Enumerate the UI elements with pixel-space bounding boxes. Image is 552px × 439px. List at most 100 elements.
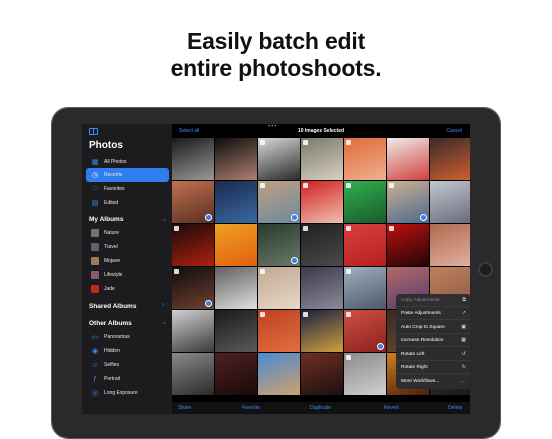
photo-thumbnail[interactable]: [344, 224, 386, 266]
edited-badge-icon: [260, 183, 265, 188]
shared-albums-heading[interactable]: Shared Albums: [89, 303, 136, 310]
delete-button[interactable]: Delete: [448, 405, 462, 411]
sidebar-item-selfies[interactable]: ☺ Selfies: [86, 358, 169, 372]
photo-thumbnail[interactable]: [215, 353, 257, 395]
menu-item-label: Copy Adjustments: [401, 297, 440, 303]
photo-thumbnail[interactable]: [172, 353, 214, 395]
edited-badge-icon: [174, 269, 179, 274]
photo-thumbnail[interactable]: [387, 181, 429, 223]
photo-thumbnail[interactable]: [430, 181, 470, 223]
album-thumb-icon: [90, 284, 100, 294]
edited-badge-icon: [346, 140, 351, 145]
duplicate-button[interactable]: Duplicate: [310, 405, 331, 411]
photo-thumbnail[interactable]: [344, 353, 386, 395]
photo-browser: Select all ••• 10 Images Selected Cancel…: [172, 124, 470, 414]
photo-thumbnail[interactable]: [215, 224, 257, 266]
menu-item-rotate-left[interactable]: Rotate Left ↺: [396, 348, 470, 361]
menu-item-paste-adjustments[interactable]: Paste Adjustments ↗: [396, 307, 470, 320]
photo-thumbnail[interactable]: [344, 181, 386, 223]
sidebar-item-label: Hidden: [104, 348, 120, 354]
menu-item-copy-adjustments[interactable]: Copy Adjustments ⧉: [396, 294, 470, 307]
paste-icon: ↗: [461, 310, 466, 316]
photo-thumbnail[interactable]: [258, 138, 300, 180]
sidebar-item-travel[interactable]: Travel: [86, 240, 169, 254]
photo-thumbnail[interactable]: [344, 310, 386, 352]
photo-thumbnail[interactable]: [301, 138, 343, 180]
cancel-button[interactable]: Cancel: [446, 128, 462, 134]
edited-badge-icon: [303, 312, 308, 317]
chevron-down-icon[interactable]: ⌄: [162, 319, 167, 326]
copy-icon: ⧉: [462, 297, 466, 303]
edited-badge-icon: [303, 226, 308, 231]
other-albums-heading[interactable]: Other Albums: [89, 320, 132, 327]
more-icon: ⋯: [461, 378, 466, 385]
resolution-icon: ▦: [461, 337, 466, 343]
edited-badge-icon: [260, 140, 265, 145]
photo-thumbnail[interactable]: [301, 181, 343, 223]
menu-item-label: Paste Adjustments: [401, 310, 441, 316]
sidebar-item-favorites[interactable]: ♡ Favorites: [86, 182, 169, 196]
sidebar-item-label: Edited: [104, 200, 119, 206]
menu-item-label: More Workflows...: [401, 379, 440, 384]
photo-thumbnail[interactable]: [172, 224, 214, 266]
photo-thumbnail[interactable]: [215, 267, 257, 309]
photo-thumbnail[interactable]: [258, 267, 300, 309]
sidebar-item-lifestyle[interactable]: Lifestyle: [86, 268, 169, 282]
my-albums-heading[interactable]: My Albums: [89, 216, 123, 223]
photo-thumbnail[interactable]: [301, 224, 343, 266]
menu-item-rotate-right[interactable]: Rotate Right ↻: [396, 361, 470, 374]
photo-thumbnail[interactable]: [387, 224, 429, 266]
photo-thumbnail[interactable]: [344, 267, 386, 309]
selection-count-title: 10 Images Selected: [297, 128, 345, 134]
sidebar-item-nature[interactable]: Nature: [86, 226, 169, 240]
top-toolbar: Select all ••• 10 Images Selected Cancel: [172, 124, 470, 138]
sidebar-item-all-photos[interactable]: ▦ All Photos: [86, 155, 169, 169]
sidebar-item-recents[interactable]: ◷ Recents: [86, 168, 169, 182]
photo-thumbnail[interactable]: [387, 138, 429, 180]
chevron-down-icon[interactable]: ⌄: [162, 216, 167, 223]
photo-thumbnail[interactable]: [301, 353, 343, 395]
sidebar-item-label: Travel: [104, 244, 118, 250]
sidebar-item-long-exposure[interactable]: ◎ Long Exposure: [86, 386, 169, 400]
sidebar-item-panoramas[interactable]: ▭ Panoramas: [86, 330, 169, 344]
workflow-menu: Copy Adjustments ⧉ Paste Adjustments ↗ A…: [396, 294, 470, 389]
sidebar-item-label: Portrait: [104, 376, 121, 382]
sidebar-item-portrait[interactable]: ƒ Portrait: [86, 372, 169, 386]
sidebar-item-hidden[interactable]: ◉ Hidden: [86, 344, 169, 358]
photo-thumbnail[interactable]: [215, 310, 257, 352]
menu-item-label: Rotate Left: [401, 351, 425, 357]
photo-thumbnail[interactable]: [258, 181, 300, 223]
edited-badge-icon: [389, 226, 394, 231]
sidebar-item-jade[interactable]: Jade: [86, 282, 169, 296]
edited-badge-icon: [260, 312, 265, 317]
menu-item-more-workflows[interactable]: More Workflows... ⋯: [396, 375, 470, 388]
sidebar-item-mojave[interactable]: Mojave: [86, 254, 169, 268]
photo-thumbnail[interactable]: [215, 138, 257, 180]
photo-thumbnail[interactable]: [172, 138, 214, 180]
edited-badge-icon: [346, 312, 351, 317]
photo-thumbnail[interactable]: [258, 353, 300, 395]
photo-thumbnail[interactable]: [430, 224, 470, 266]
photo-thumbnail[interactable]: [172, 310, 214, 352]
photo-thumbnail[interactable]: [258, 224, 300, 266]
menu-item-auto-crop[interactable]: Auto Crop to Square ▣: [396, 321, 470, 334]
album-thumb-icon: [90, 256, 100, 266]
photo-thumbnail[interactable]: [172, 181, 214, 223]
sidebar-toggle-icon[interactable]: [89, 128, 98, 135]
photo-thumbnail[interactable]: [258, 310, 300, 352]
share-button[interactable]: Share: [178, 405, 191, 411]
photo-thumbnail[interactable]: [344, 138, 386, 180]
menu-item-increase-resolution[interactable]: Increase Resolution ▦: [396, 334, 470, 347]
sidebar-item-label: Long Exposure: [104, 390, 138, 396]
sidebar-item-edited[interactable]: ▤ Edited: [86, 196, 169, 210]
photo-grid-icon: ▦: [91, 159, 99, 166]
photo-thumbnail[interactable]: [301, 310, 343, 352]
edited-badge-icon: [260, 269, 265, 274]
favorite-button[interactable]: Favorite: [242, 405, 260, 411]
revert-button[interactable]: Revert: [384, 405, 399, 411]
chevron-right-icon[interactable]: ›: [162, 302, 164, 308]
photo-thumbnail[interactable]: [172, 267, 214, 309]
photo-thumbnail[interactable]: [215, 181, 257, 223]
photo-thumbnail[interactable]: [430, 138, 470, 180]
photo-thumbnail[interactable]: [301, 267, 343, 309]
